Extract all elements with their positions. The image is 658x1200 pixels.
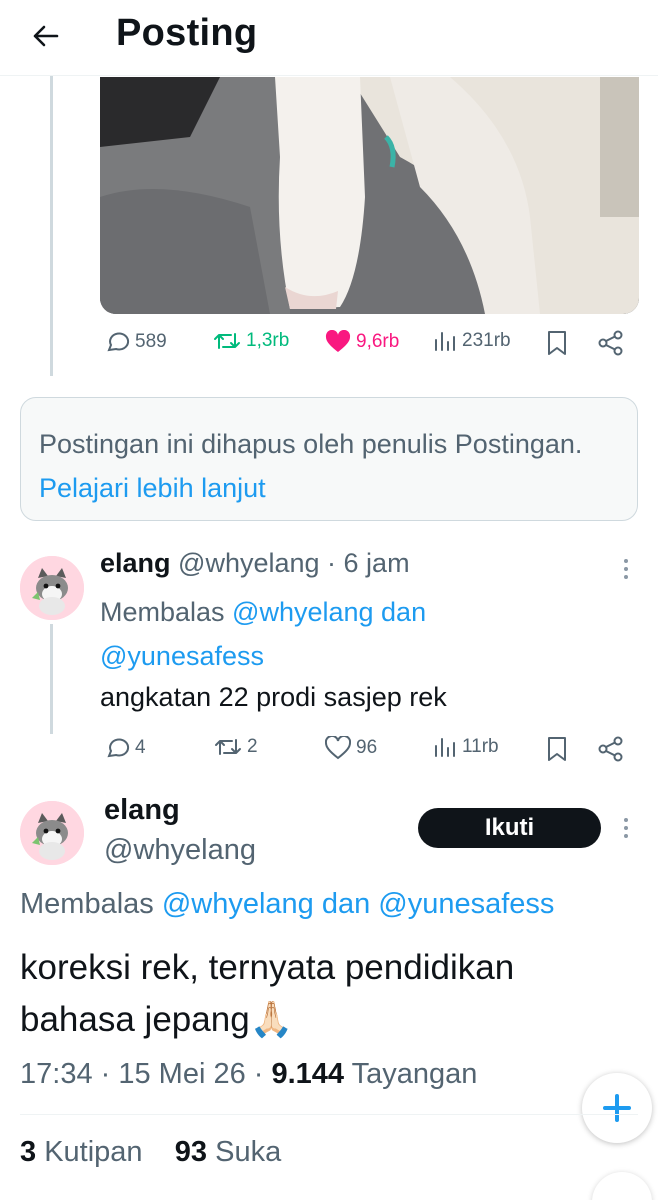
author-name[interactable]: elang	[100, 548, 171, 578]
like-count: 96	[356, 737, 378, 758]
avatar[interactable]	[20, 556, 84, 620]
reply-button[interactable]: 589	[104, 330, 167, 354]
views-label: Tayangan	[344, 1058, 478, 1090]
post-text: angkatan 22 prodi sasjep rek	[100, 682, 447, 712]
cat-avatar-icon	[20, 556, 84, 620]
views-icon	[435, 738, 455, 757]
replying-to-handles[interactable]: @whyelang dan @yunesafess	[162, 888, 555, 920]
reply-button[interactable]: 4	[104, 736, 146, 760]
likes-count: 93	[174, 1136, 208, 1168]
repost-icon	[214, 333, 240, 349]
reply-count: 589	[135, 331, 167, 352]
back-arrow-icon	[33, 25, 59, 47]
quotes-count: 3	[20, 1136, 37, 1168]
views-button[interactable]: 11rb	[433, 736, 499, 758]
share-icon	[598, 330, 623, 356]
repost-icon	[215, 739, 241, 755]
engagement-stats: 3 Kutipan 93 Suka	[20, 1136, 281, 1169]
views-icon	[435, 332, 455, 351]
deleted-notice-text: Postingan ini dihapus oleh penulis Posti…	[39, 429, 583, 459]
post-timestamp[interactable]: 17:34 · 15 Mei 26 ·	[20, 1058, 271, 1090]
like-button[interactable]: 9,6rb	[325, 330, 399, 354]
quotes-label: Kutipan	[36, 1136, 143, 1168]
post-metadata: 17:34 · 15 Mei 26 · 9.144 Tayangan	[20, 1058, 477, 1091]
author-handle[interactable]: @whyelang	[104, 834, 256, 867]
post-time: · 6 jam	[319, 548, 410, 578]
replying-to: Membalas @whyelang dan @yunesafess	[20, 888, 554, 921]
page-title: Posting	[116, 12, 258, 54]
repost-count: 2	[247, 736, 258, 757]
cat-avatar-icon	[20, 801, 84, 865]
avatar[interactable]	[20, 801, 84, 865]
heart-icon	[325, 736, 351, 760]
cat-photo	[100, 77, 639, 314]
author-handle[interactable]: @whyelang	[178, 548, 320, 578]
bookmark-icon	[548, 331, 566, 355]
repost-button[interactable]: 1,3rb	[213, 330, 289, 352]
thread-line	[50, 624, 53, 734]
likes-stat[interactable]: 93 Suka	[175, 1136, 281, 1168]
like-count: 9,6rb	[356, 331, 400, 352]
back-button[interactable]	[26, 16, 66, 56]
more-options-button[interactable]	[614, 557, 638, 581]
reply-count: 4	[135, 737, 146, 758]
bookmark-button[interactable]	[547, 736, 567, 762]
quotes-stat[interactable]: 3 Kutipan	[20, 1136, 143, 1168]
like-button[interactable]: 96	[325, 736, 377, 760]
view-count: 9.144	[271, 1058, 345, 1090]
heart-icon	[325, 330, 351, 352]
likes-label: Suka	[207, 1136, 282, 1168]
replying-to: Membalas @whyelang dan @yunesafess	[100, 590, 570, 678]
author-name[interactable]: elang	[104, 794, 180, 827]
share-icon	[598, 736, 623, 762]
learn-more-link[interactable]: Pelajari lebih lanjut	[39, 473, 266, 503]
share-button[interactable]	[598, 736, 624, 762]
plus-icon	[603, 1094, 631, 1122]
share-button[interactable]	[598, 330, 624, 356]
reply-header: elang @whyelang · 6 jam	[100, 548, 410, 579]
divider	[20, 1114, 638, 1115]
views-count: 231rb	[462, 330, 511, 351]
post-image[interactable]	[100, 77, 639, 314]
replying-prefix: Membalas	[100, 597, 233, 627]
reply-icon	[107, 738, 130, 758]
views-count: 11rb	[462, 736, 499, 757]
compose-button[interactable]	[582, 1073, 652, 1143]
bookmark-icon	[548, 737, 566, 761]
more-icon	[624, 559, 628, 579]
secondary-floating-button[interactable]	[592, 1172, 652, 1200]
replying-prefix: Membalas	[20, 888, 162, 920]
post-action-bar: 589 1,3rb 9,6rb 231rb	[0, 330, 658, 364]
bookmark-button[interactable]	[547, 330, 567, 356]
deleted-post-notice: Postingan ini dihapus oleh penulis Posti…	[20, 397, 638, 521]
repost-count: 1,3rb	[246, 330, 290, 351]
post-text: koreksi rek, ternyata pendidikan bahasa …	[20, 948, 515, 1039]
views-button[interactable]: 231rb	[433, 330, 511, 352]
reply-action-bar: 4 2 96 11rb	[0, 736, 658, 766]
more-options-button[interactable]	[614, 816, 638, 840]
reply-icon	[107, 332, 130, 352]
repost-button[interactable]: 2	[214, 736, 258, 758]
top-bar: Posting	[0, 0, 658, 76]
more-icon	[624, 818, 628, 838]
follow-button[interactable]: Ikuti	[418, 808, 601, 848]
